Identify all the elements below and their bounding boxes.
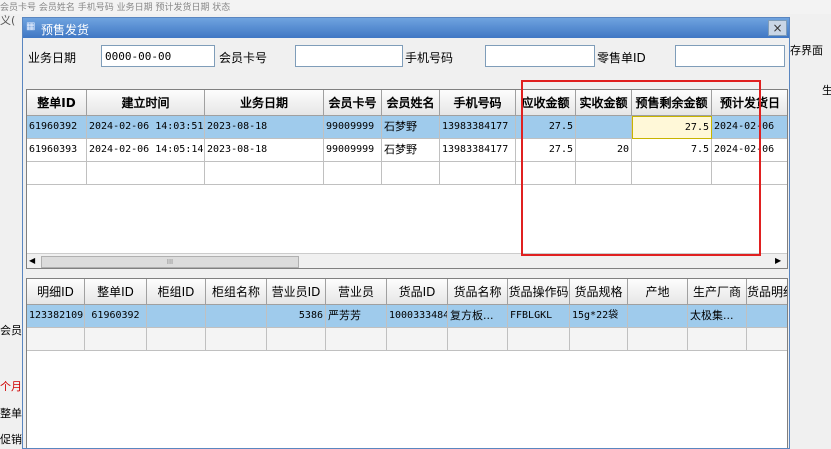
empty-cell[interactable]	[440, 162, 516, 185]
empty-cell[interactable]	[448, 328, 508, 351]
empty-cell[interactable]	[387, 328, 448, 351]
empty-cell[interactable]	[147, 328, 206, 351]
empty-cell[interactable]	[87, 162, 205, 185]
order-id-cell[interactable]: 61960392	[27, 116, 87, 139]
background-left-label: 个月	[0, 380, 22, 393]
scroll-right-icon[interactable]: ▶	[775, 256, 781, 265]
column-header[interactable]: 会员卡号	[324, 90, 382, 116]
empty-cell[interactable]	[206, 328, 267, 351]
member-name-cell[interactable]: 石梦野	[382, 139, 440, 162]
background-right-label: 存界面	[790, 44, 823, 57]
empty-cell[interactable]	[324, 162, 382, 185]
clerk-id-cell[interactable]: 5386	[267, 305, 326, 328]
dialog-title: 预售发货	[41, 23, 90, 37]
empty-cell[interactable]	[27, 328, 85, 351]
empty-cell[interactable]	[267, 328, 326, 351]
background-header-strip: 会员卡号 会员姓名 手机号码 业务日期 预计发货日期 状态	[0, 0, 831, 14]
member-card-cell[interactable]: 99009999	[324, 116, 382, 139]
counter-name-cell[interactable]	[206, 305, 267, 328]
detail-id-cell[interactable]: 123382109	[27, 305, 85, 328]
phone-field[interactable]	[485, 45, 595, 67]
column-header[interactable]: 明细ID	[27, 279, 85, 305]
member-card-cell[interactable]: 99009999	[324, 139, 382, 162]
column-header[interactable]: 货品明细	[747, 279, 787, 305]
column-header[interactable]: 手机号码	[440, 90, 516, 116]
sale-id-field[interactable]	[675, 45, 785, 67]
order-id-cell[interactable]: 61960393	[27, 139, 87, 162]
close-button[interactable]: ×	[768, 20, 787, 36]
details-grid[interactable]: 明细ID 整单ID 柜组ID 柜组名称 营业员ID 营业员 货品ID 货品名称 …	[26, 278, 788, 448]
manufacturer-cell[interactable]: 太极集...	[688, 305, 747, 328]
product-id-cell[interactable]: 1000333484	[387, 305, 448, 328]
order-id-cell[interactable]: 61960392	[85, 305, 147, 328]
column-header[interactable]: 整单ID	[85, 279, 147, 305]
phone-label: 手机号码	[405, 51, 454, 65]
origin-cell[interactable]	[628, 305, 688, 328]
phone-cell[interactable]: 13983384177	[440, 116, 516, 139]
column-header[interactable]: 货品规格	[570, 279, 628, 305]
column-header[interactable]: 建立时间	[87, 90, 205, 116]
column-header[interactable]: 货品操作码	[508, 279, 570, 305]
empty-cell[interactable]	[688, 328, 747, 351]
background-left-label: 整单	[0, 407, 22, 420]
column-header[interactable]: 营业员ID	[267, 279, 326, 305]
scroll-thumb[interactable]: III	[41, 256, 299, 268]
created-time-cell[interactable]: 2024-02-06 14:05:14	[87, 139, 205, 162]
background-left-label: 会员	[0, 324, 22, 337]
member-card-field[interactable]	[295, 45, 403, 67]
presale-shipping-dialog: ▦ 预售发货 × 业务日期 0000-00-00 会员卡号 手机号码 零售单ID…	[22, 17, 790, 449]
column-header[interactable]: 营业员	[326, 279, 387, 305]
empty-cell[interactable]	[326, 328, 387, 351]
app-icon: ▦	[26, 21, 36, 32]
product-detail-cell[interactable]	[747, 305, 787, 328]
column-header[interactable]: 柜组名称	[206, 279, 267, 305]
empty-cell[interactable]	[747, 328, 787, 351]
background-header-text: 会员卡号 会员姓名 手机号码 业务日期 预计发货日期 状态	[0, 3, 231, 13]
empty-cell[interactable]	[382, 162, 440, 185]
column-header[interactable]: 产地	[628, 279, 688, 305]
counter-id-cell[interactable]	[147, 305, 206, 328]
member-name-cell[interactable]: 石梦野	[382, 116, 440, 139]
column-header[interactable]: 柜组ID	[147, 279, 206, 305]
created-time-cell[interactable]: 2024-02-06 14:03:51	[87, 116, 205, 139]
empty-cell[interactable]	[570, 328, 628, 351]
product-name-cell[interactable]: 复方板...	[448, 305, 508, 328]
column-header[interactable]: 会员姓名	[382, 90, 440, 116]
business-date-cell[interactable]: 2023-08-18	[205, 116, 324, 139]
business-date-label: 业务日期	[28, 51, 77, 65]
empty-cell[interactable]	[628, 328, 688, 351]
dialog-title-bar[interactable]: ▦ 预售发货 ×	[23, 18, 789, 38]
highlight-box	[521, 80, 761, 256]
business-date-cell[interactable]: 2023-08-18	[205, 139, 324, 162]
column-header[interactable]: 整单ID	[27, 90, 87, 116]
sale-id-label: 零售单ID	[597, 51, 646, 65]
empty-cell[interactable]	[508, 328, 570, 351]
product-spec-cell[interactable]: 15g*22袋	[570, 305, 628, 328]
column-header[interactable]: 货品ID	[387, 279, 448, 305]
empty-cell[interactable]	[85, 328, 147, 351]
close-icon: ×	[772, 21, 783, 35]
member-card-label: 会员卡号	[219, 51, 268, 65]
phone-cell[interactable]: 13983384177	[440, 139, 516, 162]
business-date-field[interactable]: 0000-00-00	[101, 45, 215, 67]
product-code-cell[interactable]: FFBLGKL	[508, 305, 570, 328]
clerk-name-cell[interactable]: 严芳芳	[326, 305, 387, 328]
empty-cell[interactable]	[205, 162, 324, 185]
column-header[interactable]: 业务日期	[205, 90, 324, 116]
background-left-label: 促销	[0, 433, 22, 446]
column-header[interactable]: 生产厂商	[688, 279, 747, 305]
column-header[interactable]: 货品名称	[448, 279, 508, 305]
background-right-label-2: 生	[822, 84, 831, 97]
empty-cell[interactable]	[27, 162, 87, 185]
scroll-left-icon[interactable]: ◀	[29, 256, 35, 265]
